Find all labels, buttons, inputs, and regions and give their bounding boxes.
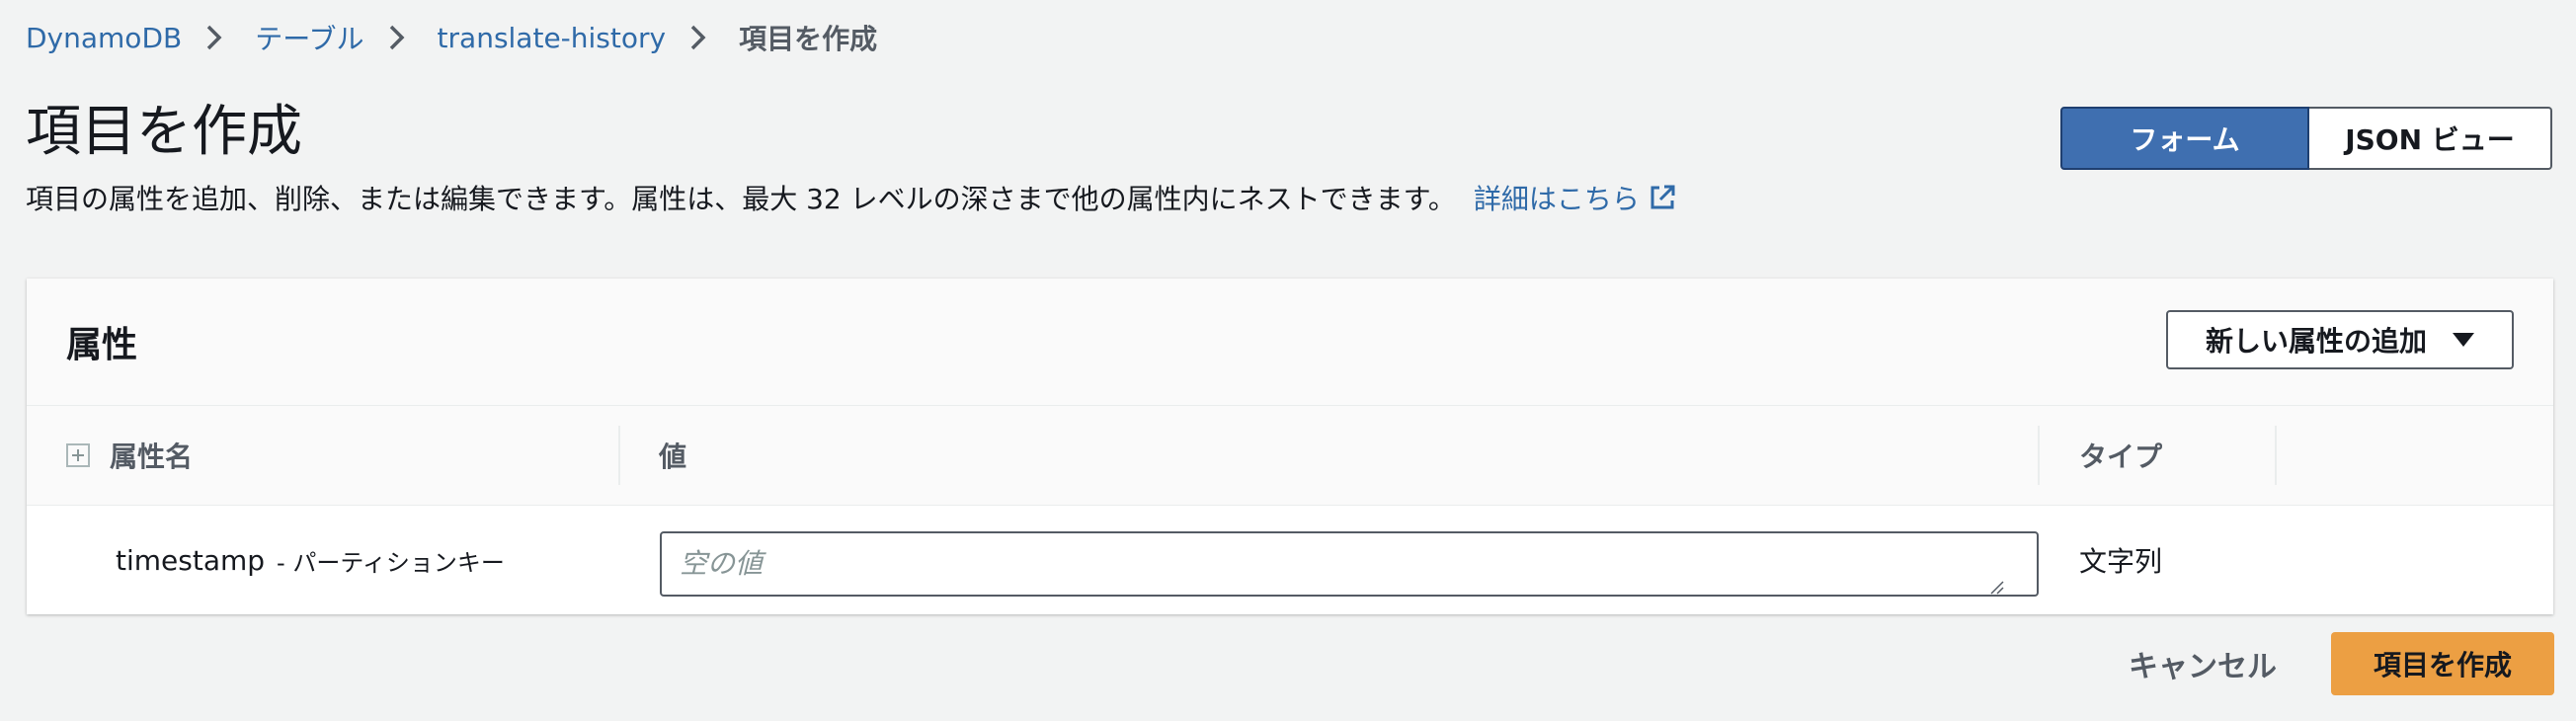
view-toggle: フォーム JSON ビュー: [2060, 107, 2552, 170]
caret-down-icon: [2453, 333, 2474, 347]
attributes-title: 属性: [66, 325, 138, 365]
add-attribute-button[interactable]: 新しい属性の追加: [2166, 310, 2514, 369]
add-attribute-label[interactable]: 新しい属性の追加: [2206, 320, 2427, 360]
form-view-button[interactable]: フォーム: [2060, 107, 2309, 170]
attributes-panel: 属性 新しい属性の追加 属性名 値 タイプ timestamp - パーティショ…: [27, 279, 2553, 614]
column-divider[interactable]: [2038, 426, 2040, 485]
column-value-label: 値: [659, 441, 687, 473]
page-description: 項目の属性を追加、削除、または編集できます。属性は、最大 32 レベルの深さまで…: [26, 178, 1677, 217]
expand-all-icon[interactable]: [66, 443, 90, 467]
page-title: 項目を作成: [26, 100, 302, 164]
column-header-value: 値: [659, 406, 686, 505]
learn-more-link[interactable]: 詳細はこちら: [1474, 178, 1677, 217]
column-divider[interactable]: [2275, 426, 2277, 485]
column-type-label: タイプ: [2079, 441, 2163, 473]
chevron-right-icon: [388, 25, 414, 50]
chevron-right-icon: [205, 25, 231, 50]
attributes-table-header: 属性名 値 タイプ: [27, 406, 2553, 506]
table-row: timestamp - パーティションキー 文字列: [27, 506, 2553, 614]
attribute-value-input[interactable]: [660, 531, 2039, 597]
column-header-type: タイプ: [2079, 406, 2162, 505]
breadcrumb-dynamodb[interactable]: DynamoDB: [26, 22, 182, 54]
create-item-button[interactable]: 項目を作成: [2331, 632, 2554, 695]
chevron-right-icon: [689, 25, 715, 50]
breadcrumb: DynamoDB テーブル translate-history 項目を作成: [26, 18, 877, 57]
cancel-button[interactable]: キャンセル: [2114, 632, 2292, 695]
breadcrumb-table-name[interactable]: translate-history: [438, 22, 667, 54]
attribute-name: timestamp: [116, 543, 266, 577]
breadcrumb-tables[interactable]: テーブル: [255, 18, 363, 57]
resize-handle-icon[interactable]: [1988, 579, 2004, 595]
external-link-icon: [1650, 185, 1675, 209]
attributes-panel-header: 属性 新しい属性の追加: [27, 279, 2553, 406]
column-divider[interactable]: [618, 426, 620, 485]
json-view-button[interactable]: JSON ビュー: [2309, 107, 2552, 170]
description-text: 項目の属性を追加、削除、または編集できます。属性は、最大 32 レベルの深さまで…: [26, 183, 1456, 215]
learn-more-label[interactable]: 詳細はこちら: [1474, 178, 1640, 217]
column-name-label: 属性名: [110, 441, 194, 473]
attribute-name-cell: timestamp - パーティションキー: [116, 506, 505, 614]
partition-key-label: - パーティションキー: [277, 548, 505, 577]
breadcrumb-current: 項目を作成: [739, 23, 878, 55]
column-header-name: 属性名: [66, 406, 193, 505]
attribute-type: 文字列: [2079, 545, 2163, 578]
